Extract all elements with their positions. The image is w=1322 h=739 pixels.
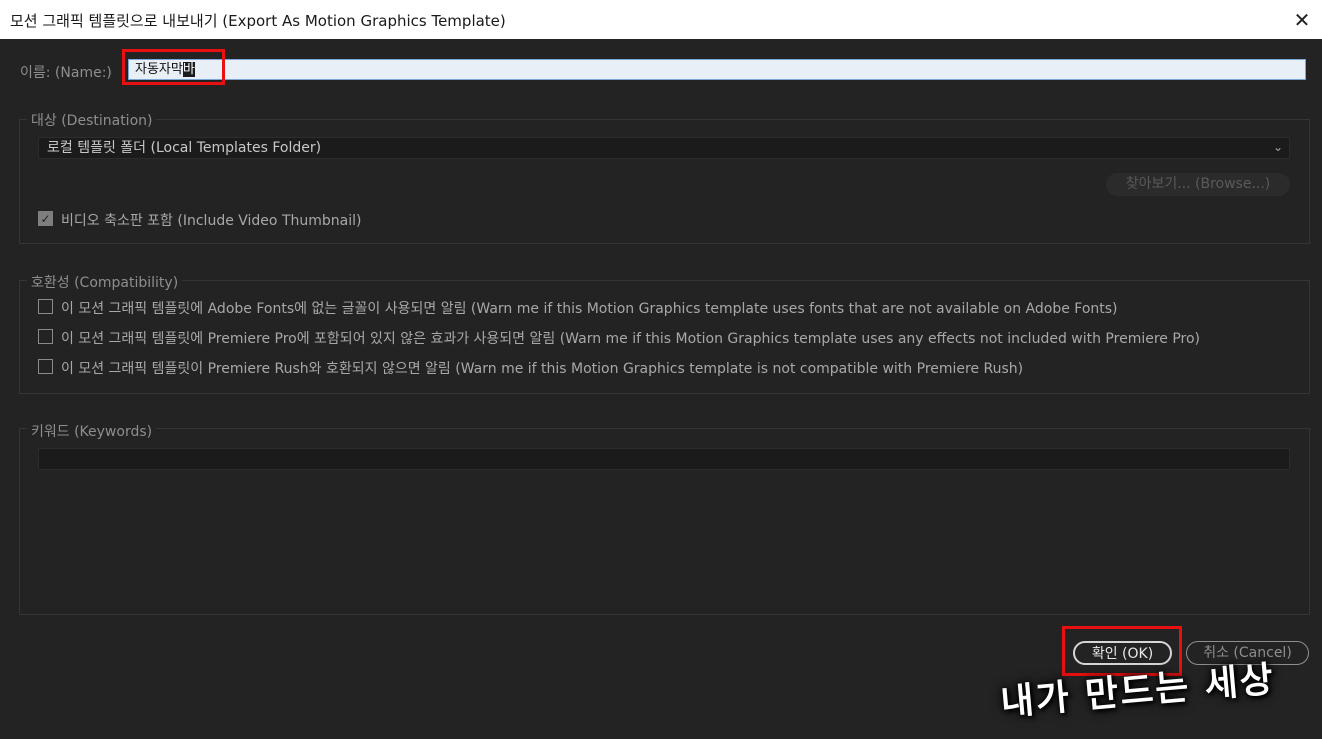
watermark-logo: 내가 만드는 세상 [999,659,1277,724]
destination-select[interactable]: 로컬 템플릿 폴더 (Local Templates Folder) ⌄ [38,137,1290,159]
name-input[interactable]: 자동자막바 [128,59,1306,80]
chevron-down-icon: ⌄ [1272,140,1283,154]
fonts-warning-checkbox[interactable] [38,299,53,314]
keywords-input[interactable] [38,448,1290,470]
dialog-titlebar: 모션 그래픽 템플릿으로 내보내기 (Export As Motion Grap… [0,0,1322,39]
destination-selected: 로컬 템플릿 폴더 (Local Templates Folder) [47,140,322,156]
close-icon[interactable]: ✕ [1288,6,1316,34]
keywords-legend: 키워드 (Keywords) [27,421,157,441]
dialog-title: 모션 그래픽 템플릿으로 내보내기 (Export As Motion Grap… [10,12,506,30]
compatibility-legend: 호환성 (Compatibility) [27,272,183,292]
effects-warning-checkbox[interactable] [38,329,53,344]
effects-warning-label: 이 모션 그래픽 템플릿에 Premiere Pro에 포함되어 있지 않은 효… [61,331,1201,347]
browse-button[interactable]: 찾아보기... (Browse...) [1106,173,1290,196]
rush-warning-checkbox[interactable] [38,359,53,374]
destination-legend: 대상 (Destination) [27,110,157,130]
name-label: 이름: (Name:) [20,65,112,81]
highlight-box-name [122,49,225,85]
fonts-warning-label: 이 모션 그래픽 템플릿에 Adobe Fonts에 없는 글꼴이 사용되면 알… [61,301,1118,317]
thumbnail-label: 비디오 축소판 포함 (Include Video Thumbnail) [61,213,362,229]
rush-warning-label: 이 모션 그래픽 템플릿이 Premiere Rush와 호환되지 않으면 알림… [61,361,1024,377]
thumbnail-checkbox[interactable]: ✓ [38,211,53,226]
